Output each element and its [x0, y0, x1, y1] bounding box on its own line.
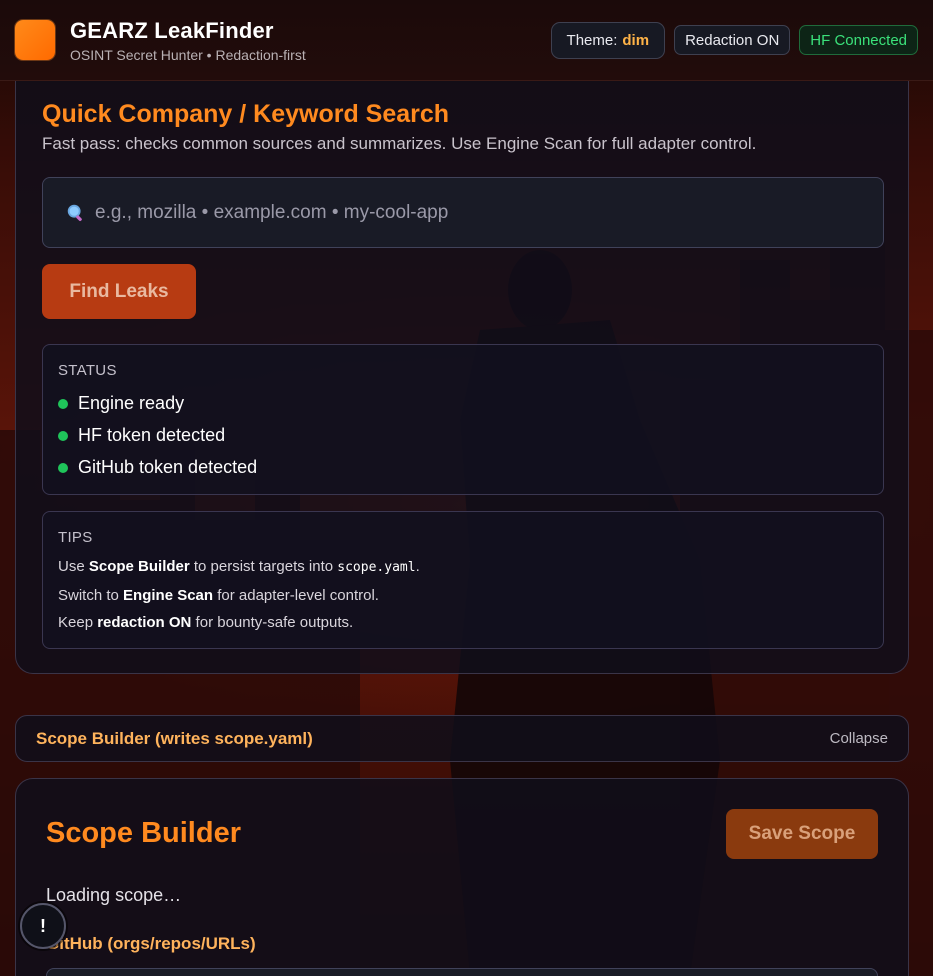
- github-input[interactable]: [46, 968, 878, 976]
- app-title: GEARZ LeakFinder: [70, 17, 274, 43]
- magnifier-icon: [67, 204, 82, 221]
- theme-value: dim: [622, 31, 650, 49]
- tips-label: TIPS: [58, 529, 93, 546]
- app-subtitle: OSINT Secret Hunter • Redaction-first: [70, 46, 306, 63]
- status-item: GitHub token detected: [58, 457, 257, 478]
- collapse-button[interactable]: Collapse: [830, 730, 888, 747]
- app-logo: [15, 20, 55, 60]
- quick-search-card: Quick Company / Keyword Search Fast pass…: [15, 70, 909, 674]
- status-text: HF token detected: [78, 425, 226, 445]
- status-label: STATUS: [58, 362, 117, 379]
- tip-item: Switch to Engine Scan for adapter-level …: [58, 587, 379, 604]
- status-text: Engine ready: [78, 393, 185, 413]
- status-text: GitHub token detected: [78, 457, 258, 477]
- loading-status: Loading scope…: [46, 885, 182, 905]
- alert-floating-button[interactable]: !: [20, 903, 66, 949]
- header-badges: Theme: dim Redaction ON HF Connected: [550, 21, 918, 59]
- tips-panel: TIPS Use Scope Builder to persist target…: [42, 511, 884, 649]
- tip-item: Use Scope Builder to persist targets int…: [58, 558, 420, 575]
- status-ok-dot: [58, 462, 68, 473]
- status-item: Engine ready: [58, 393, 184, 414]
- scope-builder-title: Scope Builder: [46, 817, 241, 849]
- theme-toggle[interactable]: Theme: dim: [550, 21, 666, 59]
- search-field[interactable]: [42, 177, 884, 248]
- search-input[interactable]: [95, 201, 815, 224]
- theme-label: Theme:: [566, 31, 618, 49]
- brand: GEARZ LeakFinder OSINT Secret Hunter • R…: [70, 18, 306, 63]
- status-ok-dot: [58, 430, 68, 441]
- tip-item: Keep redaction ON for bounty-safe output…: [58, 614, 354, 631]
- quick-search-title: Quick Company / Keyword Search: [42, 100, 450, 128]
- scope-builder-toggle-title: Scope Builder (writes scope.yaml): [36, 728, 313, 748]
- top-bar: GEARZ LeakFinder OSINT Secret Hunter • R…: [0, 0, 933, 81]
- find-leaks-button[interactable]: Find Leaks: [42, 264, 196, 319]
- save-scope-button[interactable]: Save Scope: [726, 809, 878, 859]
- quick-search-description: Fast pass: checks common sources and sum…: [42, 134, 757, 153]
- scope-builder-toggle[interactable]: Scope Builder (writes scope.yaml) Collap…: [15, 715, 909, 762]
- redaction-badge[interactable]: Redaction ON: [674, 25, 791, 55]
- status-panel: STATUS Engine ready HF token detected Gi…: [42, 344, 884, 495]
- scope-builder-card: Scope Builder Save Scope Loading scope… …: [15, 778, 909, 976]
- github-field-label: GitHub (orgs/repos/URLs): [46, 934, 256, 953]
- status-item: HF token detected: [58, 425, 225, 446]
- hf-connected-badge: HF Connected: [799, 25, 918, 55]
- status-ok-dot: [58, 398, 68, 409]
